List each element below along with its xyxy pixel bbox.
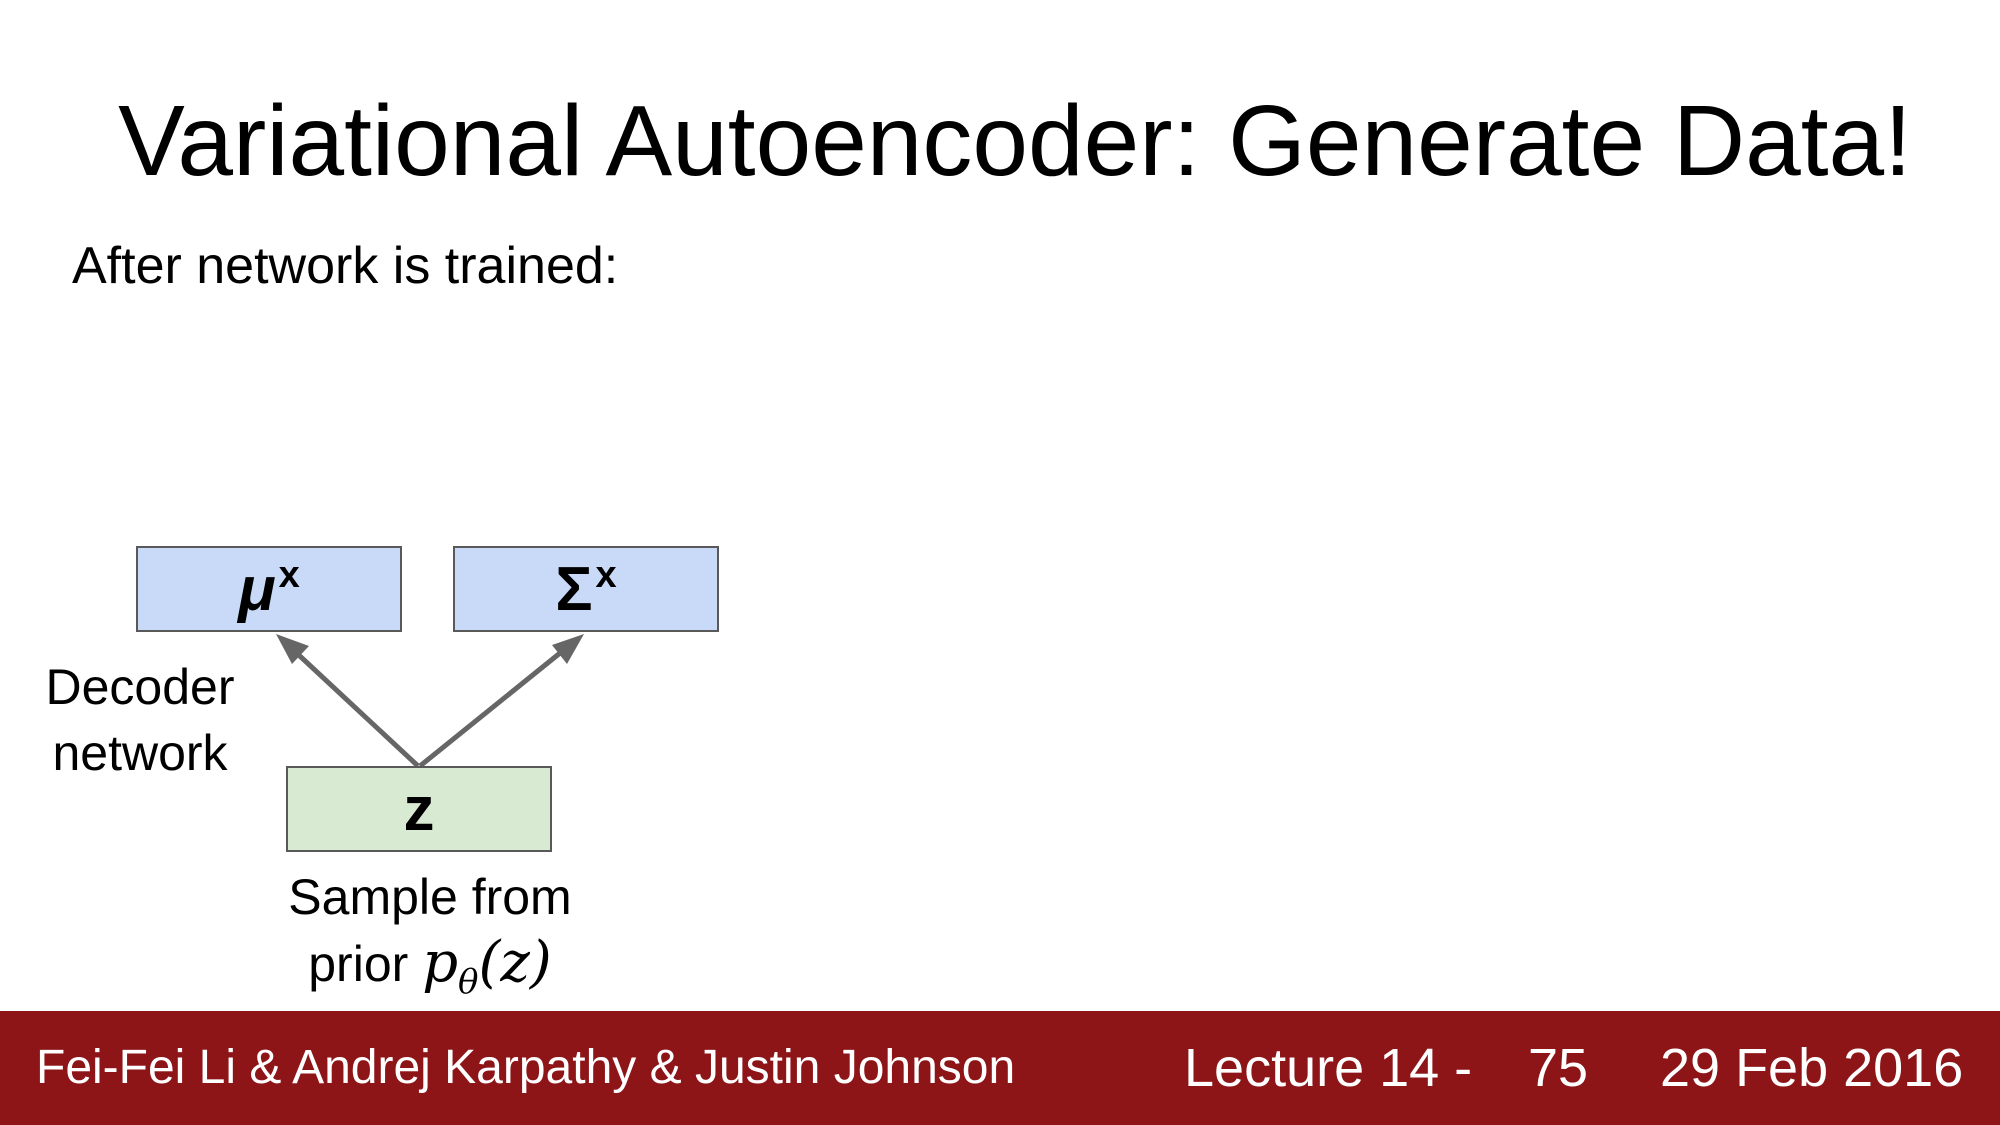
arrowhead-sigma — [552, 634, 584, 664]
footer-date: 29 Feb 2016 — [1660, 1038, 1964, 1098]
sample-label-line1: Sample from — [288, 869, 572, 925]
decoder-label-line1: Decoder — [45, 659, 235, 715]
slide-footer: Fei-Fei Li & Andrej Karpathy & Justin Jo… — [0, 1011, 2000, 1125]
decoder-label-line2: network — [52, 725, 228, 781]
arrow-z-to-sigma — [418, 643, 572, 768]
mu-superscript: x — [278, 553, 300, 596]
footer-page-number: 75 — [1528, 1038, 1589, 1098]
mu-symbol: μ — [238, 554, 276, 624]
sample-label-line2: prior pθ(z) — [240, 930, 620, 1015]
z-symbol: z — [403, 774, 435, 844]
footer-authors: Fei-Fei Li & Andrej Karpathy & Justin Jo… — [36, 1041, 1016, 1094]
prior-formula: pθ(z) — [422, 930, 552, 1002]
z-box: z — [286, 766, 552, 852]
formula-argument: (z) — [478, 930, 552, 995]
arrow-z-to-mu — [286, 643, 420, 768]
sample-from-prior-label: Sample from prior pθ(z) — [240, 864, 620, 1015]
sigma-superscript: x — [595, 553, 617, 596]
sigma-symbol: Σ — [555, 554, 593, 624]
footer-lecture: Lecture 14 - — [1184, 1038, 1473, 1098]
formula-subscript: θ — [458, 962, 479, 1003]
prior-text: prior — [308, 936, 409, 992]
sigma-box: Σx — [453, 546, 719, 632]
mu-box: μx — [136, 546, 402, 632]
formula-base: p — [422, 930, 459, 995]
decoder-network-label: Decoder network — [30, 654, 250, 786]
